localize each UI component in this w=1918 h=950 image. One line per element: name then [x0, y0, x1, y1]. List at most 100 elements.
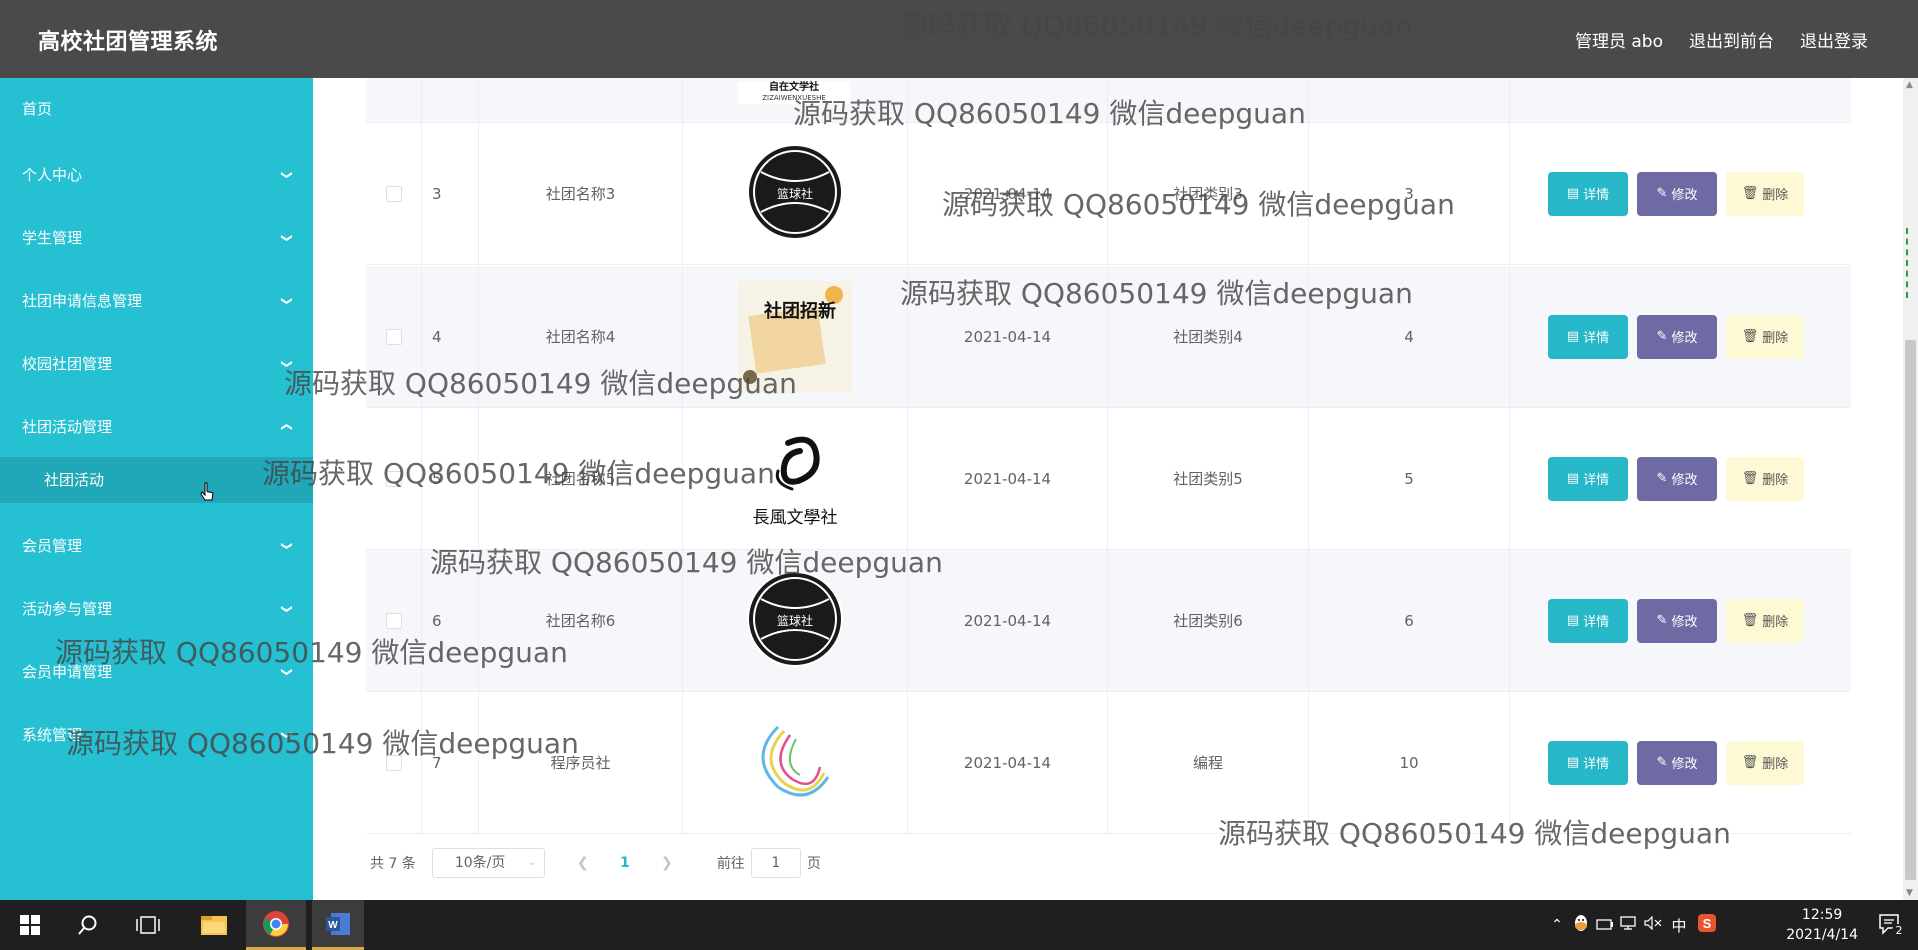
- pencil-icon: ✎: [1656, 186, 1668, 201]
- detail-button[interactable]: ▤ 详情: [1548, 598, 1628, 643]
- scrollbar-thumb[interactable]: [1905, 340, 1916, 880]
- page-scrollbar[interactable]: ▲ ▼: [1903, 78, 1918, 900]
- delete-button[interactable]: 🗑 删除: [1726, 456, 1804, 501]
- category-cell: 编程: [1108, 692, 1309, 833]
- logo-text: 篮球社: [777, 186, 813, 201]
- edit-button[interactable]: ✎ 修改: [1637, 456, 1717, 501]
- action-cell: ▤ 详情 ✎ 修改 🗑 删除: [1510, 550, 1850, 691]
- sidebar-item-application-management[interactable]: 社团申请信息管理 ❯: [0, 281, 313, 321]
- club-name-cell: 社团名称3: [479, 123, 683, 264]
- page-size-select[interactable]: 10条/页 ⌄: [431, 848, 545, 878]
- row-checkbox[interactable]: [385, 185, 402, 202]
- top-header: 高校社团管理系统 管理员 abo 退出到前台 退出登录: [0, 0, 1918, 78]
- sidebar-item-club-management[interactable]: 校园社团管理 ❯: [0, 344, 313, 384]
- sidebar-item-label: 学生管理: [22, 229, 83, 247]
- admin-user-label[interactable]: 管理员 abo: [1575, 27, 1663, 52]
- sidebar-item-label: 系统管理: [22, 726, 83, 744]
- taskbar-clock[interactable]: 12:59 2021/4/14: [1786, 905, 1858, 945]
- chevron-down-icon: ❯: [280, 170, 294, 180]
- ime-indicator[interactable]: 中: [1665, 915, 1693, 936]
- goto-page-input[interactable]: 1: [750, 848, 801, 878]
- edit-button[interactable]: ✎ 修改: [1637, 171, 1717, 216]
- edit-button[interactable]: ✎ 修改: [1637, 314, 1717, 359]
- pencil-icon: ✎: [1656, 471, 1668, 486]
- chrome-icon[interactable]: [246, 900, 306, 950]
- sidebar-item-system-management[interactable]: 系统管理 ❯: [0, 715, 313, 755]
- header-links: 管理员 abo 退出到前台 退出登录: [1575, 27, 1868, 52]
- delete-button[interactable]: 🗑 删除: [1726, 740, 1804, 785]
- document-icon: ▤: [1566, 329, 1580, 344]
- checkbox-cell: [366, 266, 422, 407]
- chevron-down-icon: ❯: [280, 541, 294, 551]
- row-checkbox[interactable]: [385, 328, 402, 345]
- pencil-icon: ✎: [1656, 613, 1668, 628]
- network-icon[interactable]: [1617, 915, 1641, 935]
- id-cell: 6: [422, 550, 479, 691]
- table-row: 5 社团名称5 長風文學社 2021-04-14 社团类别5 5 ▤ 详情 ✎ 修改 🗑 删除: [366, 408, 1851, 550]
- checkbox-cell: [366, 408, 422, 549]
- mouse-pointer-icon: [200, 482, 214, 501]
- detail-button[interactable]: ▤ 详情: [1548, 740, 1628, 785]
- sidebar-subitem-club-activity[interactable]: 社团活动: [0, 457, 313, 503]
- category-cell: 社团类别4: [1108, 266, 1309, 407]
- club-logo-cell: 長風文學社: [683, 408, 908, 549]
- sidebar-item-home[interactable]: 首页: [0, 89, 313, 129]
- delete-button[interactable]: 🗑 删除: [1726, 598, 1804, 643]
- logout-link[interactable]: 退出登录: [1800, 27, 1868, 52]
- date-cell: 2021-04-14: [908, 266, 1108, 407]
- volume-muted-icon[interactable]: [1641, 915, 1665, 934]
- trash-icon: 🗑: [1741, 329, 1759, 344]
- id-cell: 4: [422, 266, 479, 407]
- sidebar-item-activity-management[interactable]: 社团活动管理 ❯: [0, 407, 313, 447]
- search-icon[interactable]: [64, 900, 112, 950]
- notification-count-badge: 2: [1892, 924, 1906, 938]
- row-checkbox[interactable]: [385, 754, 402, 771]
- goto-suffix: 页: [806, 856, 821, 872]
- edit-button[interactable]: ✎ 修改: [1637, 740, 1717, 785]
- changfeng-literature-logo: 長風文學社: [738, 422, 852, 535]
- sidebar-item-label: 校园社团管理: [22, 355, 113, 373]
- detail-button[interactable]: ▤ 详情: [1548, 171, 1628, 216]
- word-icon[interactable]: W: [312, 900, 364, 950]
- scroll-up-icon[interactable]: ▲: [1906, 80, 1913, 90]
- logo-text: 篮球社: [777, 613, 813, 628]
- count-cell: 3: [1309, 123, 1510, 264]
- count-cell: 5: [1309, 408, 1510, 549]
- page-number-1[interactable]: 1: [615, 855, 635, 871]
- sidebar-item-member-management[interactable]: 会员管理 ❯: [0, 526, 313, 566]
- page-size-value: 10条/页: [454, 855, 506, 871]
- delete-button[interactable]: 🗑 删除: [1726, 314, 1804, 359]
- logo-cell: 自在文学社 ZIZAIWENXUESHE: [683, 78, 908, 122]
- sidebar-item-participation-management[interactable]: 活动参与管理 ❯: [0, 589, 313, 629]
- battery-icon[interactable]: [1593, 916, 1617, 934]
- sidebar-menu: 首页 个人中心 ❯ 学生管理 ❯ 社团申请信息管理 ❯ 校园社团管理 ❯ 社团活动管理 ❯…: [0, 78, 313, 900]
- notification-center-icon[interactable]: 2: [1878, 912, 1906, 938]
- pagination: 共 7 条 10条/页 ⌄ ❮ 1 ❯ 前往 1 页: [370, 848, 821, 878]
- prev-page-button[interactable]: ❮: [573, 855, 593, 871]
- svg-text:S: S: [1703, 916, 1712, 931]
- sidebar-item-student-management[interactable]: 学生管理 ❯: [0, 218, 313, 258]
- sogou-input-icon[interactable]: S: [1693, 913, 1721, 937]
- delete-button[interactable]: 🗑 删除: [1726, 171, 1804, 216]
- edit-button[interactable]: ✎ 修改: [1637, 598, 1717, 643]
- delete-label: 删除: [1762, 757, 1789, 772]
- scroll-down-icon[interactable]: ▼: [1906, 888, 1913, 898]
- sidebar-item-personal-center[interactable]: 个人中心 ❯: [0, 155, 313, 195]
- date-cell: 2021-04-14: [908, 123, 1108, 264]
- detail-button[interactable]: ▤ 详情: [1548, 456, 1628, 501]
- date-cell: [908, 78, 1108, 122]
- row-checkbox[interactable]: [385, 612, 402, 629]
- logo-text: 社团招新: [764, 300, 836, 322]
- windows-start-icon[interactable]: [6, 900, 54, 950]
- club-logo-cell: 社团招新: [683, 266, 908, 407]
- tray-expand-icon[interactable]: ⌃: [1545, 917, 1569, 933]
- file-explorer-icon[interactable]: [190, 900, 238, 950]
- detail-button[interactable]: ▤ 详情: [1548, 314, 1628, 359]
- qq-icon[interactable]: [1569, 914, 1593, 936]
- logo-text: 長風文學社: [753, 508, 838, 528]
- task-view-icon[interactable]: [124, 900, 172, 950]
- row-checkbox[interactable]: [385, 470, 402, 487]
- exit-to-front-link[interactable]: 退出到前台: [1689, 27, 1774, 52]
- sidebar-item-member-application[interactable]: 会员申请管理 ❯: [0, 652, 313, 692]
- next-page-button[interactable]: ❯: [657, 855, 677, 871]
